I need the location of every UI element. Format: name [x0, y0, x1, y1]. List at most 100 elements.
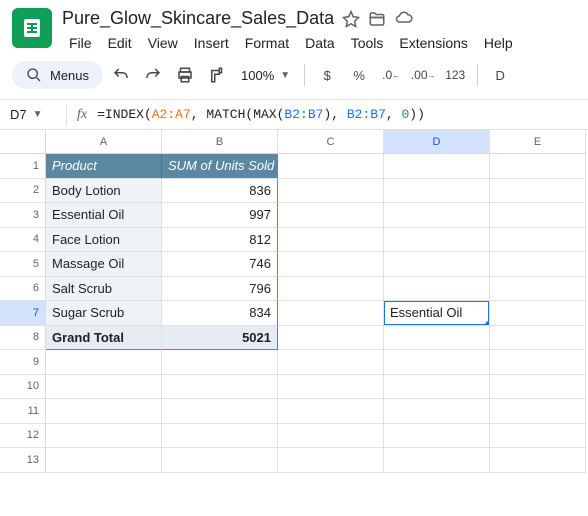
cell[interactable]	[384, 277, 490, 302]
cell[interactable]: Grand Total	[46, 326, 162, 351]
cell[interactable]	[46, 399, 162, 424]
row-header[interactable]: 5	[0, 252, 46, 277]
spreadsheet-grid[interactable]: 1 2 3 4 5 6 7 8 9 10 11 12 13 A B C D E …	[0, 130, 588, 473]
cell[interactable]	[278, 228, 384, 253]
cell[interactable]	[384, 154, 490, 179]
cell[interactable]	[162, 375, 278, 400]
menu-edit[interactable]: Edit	[101, 31, 139, 55]
undo-button[interactable]	[107, 61, 135, 89]
cell[interactable]	[490, 252, 586, 277]
increase-decimal-button[interactable]: .00→	[409, 61, 437, 89]
cell[interactable]	[490, 277, 586, 302]
row-header[interactable]: 3	[0, 203, 46, 228]
percent-button[interactable]: %	[345, 61, 373, 89]
cell[interactable]: 796	[162, 277, 278, 302]
cell[interactable]	[490, 448, 586, 473]
currency-button[interactable]: $	[313, 61, 341, 89]
col-header[interactable]: B	[162, 130, 278, 154]
cell[interactable]	[490, 301, 586, 326]
cell[interactable]: SUM of Units Sold	[162, 154, 278, 179]
cloud-icon[interactable]	[394, 10, 414, 28]
cell[interactable]	[278, 203, 384, 228]
row-header[interactable]: 12	[0, 424, 46, 449]
col-header[interactable]: D	[384, 130, 490, 154]
cell[interactable]: 746	[162, 252, 278, 277]
cell[interactable]	[162, 399, 278, 424]
cell[interactable]	[278, 326, 384, 351]
cell[interactable]	[490, 154, 586, 179]
cell[interactable]	[46, 424, 162, 449]
cell[interactable]	[384, 350, 490, 375]
redo-button[interactable]	[139, 61, 167, 89]
row-header[interactable]: 4	[0, 228, 46, 253]
row-header[interactable]: 1	[0, 154, 46, 179]
row-header[interactable]: 2	[0, 179, 46, 204]
cell[interactable]	[384, 424, 490, 449]
cell[interactable]	[490, 350, 586, 375]
cell[interactable]	[46, 350, 162, 375]
cell[interactable]	[278, 399, 384, 424]
search-menus[interactable]: Menus	[12, 61, 103, 89]
name-box[interactable]: D7 ▼	[0, 107, 66, 122]
cell[interactable]	[490, 203, 586, 228]
cell[interactable]	[490, 375, 586, 400]
cell[interactable]: Massage Oil	[46, 252, 162, 277]
cell[interactable]	[46, 375, 162, 400]
cell[interactable]	[162, 424, 278, 449]
cell[interactable]	[46, 448, 162, 473]
col-header[interactable]: C	[278, 130, 384, 154]
font-button[interactable]: D	[486, 61, 514, 89]
col-header[interactable]: A	[46, 130, 162, 154]
row-header[interactable]: 8	[0, 326, 46, 351]
cell[interactable]	[278, 350, 384, 375]
row-header[interactable]: 10	[0, 375, 46, 400]
cell[interactable]: 812	[162, 228, 278, 253]
row-header[interactable]: 7	[0, 301, 46, 326]
cell[interactable]	[490, 399, 586, 424]
cell[interactable]	[278, 448, 384, 473]
cell[interactable]: 997	[162, 203, 278, 228]
cell[interactable]: 834	[162, 301, 278, 326]
menu-view[interactable]: View	[141, 31, 185, 55]
cell[interactable]	[162, 448, 278, 473]
cell[interactable]	[278, 424, 384, 449]
cell[interactable]	[384, 326, 490, 351]
cell[interactable]: Sugar Scrub	[46, 301, 162, 326]
star-icon[interactable]	[342, 10, 360, 28]
cell[interactable]: 5021	[162, 326, 278, 351]
cell[interactable]	[490, 179, 586, 204]
sheets-logo[interactable]	[12, 8, 52, 48]
menu-tools[interactable]: Tools	[344, 31, 391, 55]
menu-insert[interactable]: Insert	[187, 31, 236, 55]
paint-format-button[interactable]	[203, 61, 231, 89]
fill-handle[interactable]	[485, 321, 490, 326]
cell[interactable]	[162, 350, 278, 375]
select-all-corner[interactable]	[0, 130, 46, 154]
cell[interactable]: 836	[162, 179, 278, 204]
cell[interactable]: Face Lotion	[46, 228, 162, 253]
cell[interactable]	[384, 179, 490, 204]
cell[interactable]	[490, 228, 586, 253]
cell[interactable]	[384, 399, 490, 424]
cell[interactable]	[278, 179, 384, 204]
cell[interactable]	[384, 252, 490, 277]
row-header[interactable]: 6	[0, 277, 46, 302]
cell[interactable]	[490, 424, 586, 449]
cell[interactable]	[278, 252, 384, 277]
col-header[interactable]: E	[490, 130, 586, 154]
cell[interactable]: Body Lotion	[46, 179, 162, 204]
print-button[interactable]	[171, 61, 199, 89]
number-format-button[interactable]: 123	[441, 61, 469, 89]
menu-help[interactable]: Help	[477, 31, 520, 55]
cell[interactable]	[384, 375, 490, 400]
cell[interactable]	[278, 301, 384, 326]
cell[interactable]	[384, 448, 490, 473]
menu-file[interactable]: File	[62, 31, 99, 55]
zoom-select[interactable]: 100% ▼	[235, 68, 296, 83]
row-header[interactable]: 9	[0, 350, 46, 375]
formula-input[interactable]: =INDEX(A2:A7, MATCH(MAX(B2:B7), B2:B7, 0…	[97, 107, 425, 122]
row-header[interactable]: 13	[0, 448, 46, 473]
cell[interactable]	[384, 203, 490, 228]
cell[interactable]: Product	[46, 154, 162, 179]
cell[interactable]	[490, 326, 586, 351]
